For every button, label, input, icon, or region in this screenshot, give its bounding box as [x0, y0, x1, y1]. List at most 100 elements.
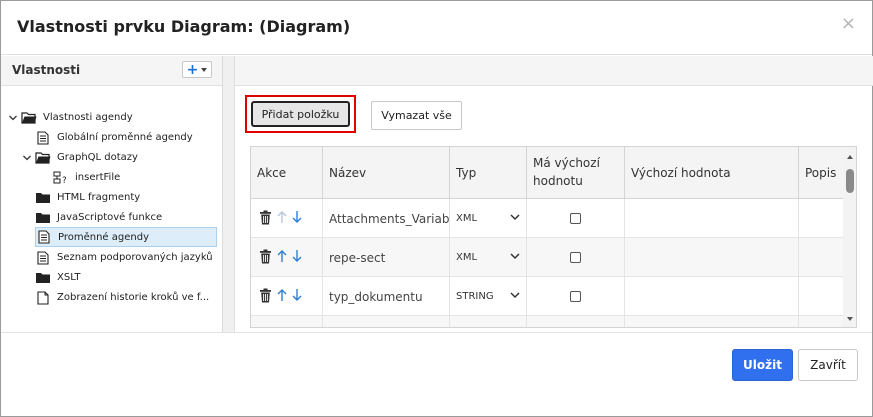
document-icon — [35, 290, 51, 305]
column-header-name[interactable]: Název — [323, 147, 450, 199]
arrow-up-icon[interactable] — [277, 249, 287, 266]
row-default-value[interactable] — [625, 277, 799, 316]
column-header-default-value[interactable]: Výchozí hodnota — [625, 147, 799, 199]
tree-panel-header: Vlastnosti + — [1, 56, 222, 86]
properties-tree-panel: Vlastnosti + Vlastnosti agendy Globální … — [1, 56, 223, 332]
row-actions — [251, 199, 323, 238]
chevron-down-icon[interactable] — [21, 152, 33, 164]
plus-icon: + — [186, 61, 199, 78]
tree-item-label: Zobrazení historie kroků ve f... — [57, 292, 210, 303]
tree-item-label: insertFile — [75, 172, 121, 183]
save-button[interactable]: Uložit — [732, 349, 793, 381]
tree-item-label: GraphQL dotazy — [57, 152, 138, 163]
query-icon: ? — [53, 171, 69, 185]
row-name[interactable]: typ_dokumentu — [323, 277, 450, 316]
folder-icon — [35, 191, 51, 205]
has-default-checkbox[interactable] — [570, 213, 581, 224]
variables-doc-icon — [36, 230, 52, 244]
table-row: Attachments_Variab XML — [251, 199, 843, 238]
tree-item-label: JavaScriptové funkce — [57, 212, 163, 223]
trash-icon[interactable] — [259, 288, 272, 306]
row-type-select[interactable] — [450, 316, 527, 327]
tree-item-label: Seznam podporovaných jazyků — [57, 252, 213, 263]
arrow-up-icon[interactable] — [277, 210, 287, 227]
row-actions — [251, 316, 323, 328]
tree-item-step-history[interactable]: Zobrazení historie kroků ve f... — [35, 288, 209, 307]
grid-vertical-scrollbar[interactable] — [843, 147, 856, 327]
arrow-down-icon[interactable] — [292, 288, 302, 305]
clear-all-button[interactable]: Vymazat vše — [371, 101, 462, 130]
tree-item-graphql-queries[interactable]: GraphQL dotazy — [21, 148, 138, 167]
tree-item-label: HTML fragmenty — [57, 192, 141, 203]
scroll-thumb[interactable] — [846, 169, 854, 193]
add-item-button[interactable]: Přidat položku — [251, 101, 350, 127]
scroll-down-icon[interactable] — [847, 317, 853, 321]
column-header-has-default[interactable]: Má výchozí hodnotu — [527, 147, 625, 199]
row-default-value[interactable] — [625, 238, 799, 277]
add-dropdown-button[interactable]: + — [182, 61, 212, 78]
row-description[interactable] — [799, 199, 843, 238]
has-default-checkbox[interactable] — [570, 291, 581, 302]
trash-icon[interactable] — [259, 249, 272, 267]
table-row: repe-sect XML — [251, 238, 843, 277]
tree-item-javascript-functions[interactable]: JavaScriptové funkce — [35, 208, 162, 227]
folder-icon — [35, 211, 51, 225]
column-header-actions[interactable]: Akce — [251, 147, 323, 199]
arrow-down-icon[interactable] — [292, 327, 302, 328]
row-has-default — [527, 316, 625, 327]
folder-open-icon — [21, 111, 37, 125]
table-row: typ_dokumentu STRING — [251, 277, 843, 316]
row-name[interactable]: repe-sect — [323, 238, 450, 277]
row-type-select[interactable]: XML — [450, 238, 527, 277]
row-description[interactable] — [799, 316, 843, 327]
scroll-up-icon[interactable] — [847, 155, 853, 159]
variables-doc-icon — [35, 130, 51, 145]
close-button[interactable]: Zavřít — [798, 349, 858, 381]
tree-item-html-fragments[interactable]: HTML fragmenty — [35, 188, 140, 207]
trash-icon[interactable] — [259, 210, 272, 228]
row-type-value: XML — [456, 252, 478, 263]
arrow-down-icon[interactable] — [292, 249, 302, 266]
row-description[interactable] — [799, 277, 843, 316]
arrow-up-icon[interactable] — [277, 288, 287, 305]
svg-text:?: ? — [62, 176, 67, 185]
grid-viewport: Akce Název Typ Má výchozí hodnotu Výchoz… — [251, 147, 843, 328]
row-default-value[interactable] — [625, 199, 799, 238]
chevron-down-icon — [510, 291, 520, 302]
tree-item-agenda-variables[interactable]: Proměnné agendy — [35, 227, 217, 247]
panel-splitter[interactable] — [223, 56, 235, 332]
grid-header: Akce Název Typ Má výchozí hodnotu Výchoz… — [251, 147, 843, 199]
chevron-down-icon[interactable] — [7, 112, 19, 124]
tree-item-agenda-properties[interactable]: Vlastnosti agendy — [7, 108, 133, 127]
arrow-down-icon[interactable] — [292, 210, 302, 227]
arrow-up-icon[interactable] — [277, 327, 287, 328]
dialog-footer: Uložit Zavřít — [1, 332, 872, 416]
tree-item-xslt[interactable]: XSLT — [35, 268, 81, 287]
chevron-down-icon — [510, 252, 520, 263]
folder-icon — [35, 271, 51, 285]
row-type-value: STRING — [456, 291, 494, 302]
tree-item-label: Proměnné agendy — [58, 231, 149, 243]
tree-item-insertfile[interactable]: ? insertFile — [53, 168, 120, 187]
row-name[interactable]: Attachments_Variab — [323, 199, 450, 238]
tree-panel-title: Vlastnosti — [12, 63, 81, 77]
has-default-checkbox[interactable] — [570, 252, 581, 263]
column-header-type[interactable]: Typ — [450, 147, 527, 199]
row-description[interactable] — [799, 238, 843, 277]
row-type-select[interactable]: XML — [450, 199, 527, 238]
tree-item-label: Vlastnosti agendy — [43, 112, 133, 123]
row-default-value[interactable] — [625, 316, 799, 327]
row-has-default — [527, 238, 625, 277]
caret-down-icon — [201, 67, 208, 72]
column-header-description[interactable]: Popis — [799, 147, 843, 199]
close-icon[interactable]: × — [841, 15, 856, 33]
row-name[interactable] — [323, 316, 450, 327]
trash-icon[interactable] — [259, 327, 272, 328]
tree-item-global-variables[interactable]: Globální proměnné agendy — [35, 128, 193, 147]
variables-grid: Akce Název Typ Má výchozí hodnotu Výchoz… — [250, 146, 857, 328]
row-has-default — [527, 199, 625, 238]
folder-open-icon — [35, 151, 51, 165]
row-type-select[interactable]: STRING — [450, 277, 527, 316]
chevron-down-icon — [510, 213, 520, 224]
tree-item-supported-languages[interactable]: Seznam podporovaných jazyků — [35, 248, 213, 267]
